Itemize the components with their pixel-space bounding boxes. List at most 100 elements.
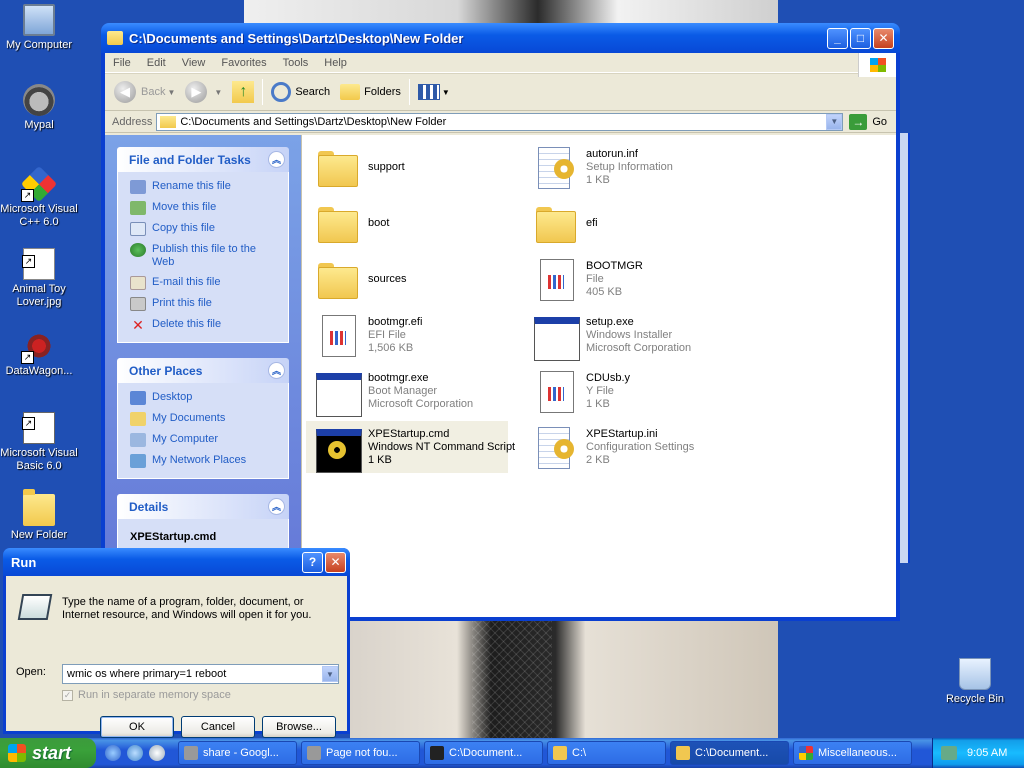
taskbar: start share - Googl... Page not fou... C… <box>0 738 1024 768</box>
mypal-icon <box>184 746 198 760</box>
file-item-sources[interactable]: sources <box>314 253 514 305</box>
maximize-button[interactable]: □ <box>850 27 871 49</box>
setup-information-icon <box>532 143 580 191</box>
forward-button[interactable]: ▶ ▼ <box>180 76 227 108</box>
taskbar-button-share-google[interactable]: share - Googl... <box>178 741 297 765</box>
application-icon <box>314 367 362 417</box>
browse-button[interactable]: Browse... <box>262 716 336 738</box>
close-button[interactable]: ✕ <box>873 27 894 49</box>
taskbar-button-page-not-found[interactable]: Page not fou... <box>301 741 420 765</box>
file-item-efi[interactable]: efi <box>532 197 732 249</box>
explorer-window[interactable]: C:\Documents and Settings\Dartz\Desktop\… <box>101 23 900 621</box>
search-button[interactable]: Search <box>266 76 335 108</box>
open-dropdown-button[interactable]: ▼ <box>322 666 338 682</box>
wallpaper-photo-bottom <box>350 620 778 738</box>
menu-tools[interactable]: Tools <box>275 57 317 69</box>
desktop-icon-my-computer[interactable]: My Computer <box>0 4 78 52</box>
place-desktop[interactable]: Desktop <box>130 391 280 405</box>
file-item-autorun-inf[interactable]: autorun.inf Setup Information 1 KB <box>532 141 732 193</box>
task-move[interactable]: Move this file <box>130 201 280 215</box>
go-button[interactable]: → Go <box>843 113 893 130</box>
recycle-bin-icon <box>959 658 991 690</box>
taskbar-button-documents-active[interactable]: C:\Document... <box>670 741 789 765</box>
file-item-cdusb-y[interactable]: CDUsb.y Y File 1 KB <box>532 365 732 417</box>
back-arrow-icon: ◀ <box>114 81 136 103</box>
separate-memory-checkbox: ✓ Run in separate memory space <box>62 689 231 701</box>
views-button[interactable]: ▼ <box>413 76 455 108</box>
task-email[interactable]: E-mail this file <box>130 276 280 290</box>
file-item-boot[interactable]: boot <box>314 197 514 249</box>
desktop-icon-recycle-bin[interactable]: Recycle Bin <box>936 658 1014 706</box>
start-button[interactable]: start <box>0 738 96 768</box>
task-publish[interactable]: Publish this file to the Web <box>130 243 280 269</box>
quick-launch-browser-icon[interactable] <box>127 745 143 761</box>
file-folder-tasks-header[interactable]: File and Folder Tasks ︽ <box>117 147 289 172</box>
minimize-button[interactable]: _ <box>827 27 848 49</box>
address-dropdown-button[interactable]: ▼ <box>826 113 843 130</box>
details-header[interactable]: Details ︽ <box>117 494 289 519</box>
menu-view[interactable]: View <box>174 57 214 69</box>
place-my-documents[interactable]: My Documents <box>130 412 280 426</box>
clock[interactable]: 9:05 AM <box>967 747 1007 759</box>
place-my-network-places[interactable]: My Network Places <box>130 454 280 468</box>
windows-flag-icon <box>8 744 26 762</box>
quick-launch-ie-icon[interactable] <box>105 745 121 761</box>
file-item-bootmgr[interactable]: BOOTMGR File 405 KB <box>532 253 732 305</box>
file-item-xpestartup-ini[interactable]: XPEStartup.ini Configuration Settings 2 KB <box>532 421 732 473</box>
menu-help[interactable]: Help <box>316 57 355 69</box>
collapse-chevron-icon[interactable]: ︽ <box>268 151 285 168</box>
run-title-bar[interactable]: Run ? ✕ <box>3 548 350 576</box>
go-arrow-icon: → <box>849 113 868 130</box>
toolbar: ◀ Back ▼ ▶ ▼ ↑ Search Folders ▼ <box>105 73 896 111</box>
file-item-setup-exe[interactable]: setup.exe Windows Installer Microsoft Corp… <box>532 309 732 361</box>
run-dialog[interactable]: Run ? ✕ Type the name of a program, fold… <box>3 548 350 738</box>
open-combobox[interactable]: wmic os where primary=1 reboot ▼ <box>62 664 339 684</box>
collapse-chevron-icon[interactable]: ︽ <box>268 362 285 379</box>
taskbar-button-c-drive[interactable]: C:\ <box>547 741 666 765</box>
collapse-chevron-icon[interactable]: ︽ <box>268 498 285 515</box>
place-my-computer[interactable]: My Computer <box>130 433 280 447</box>
desktop-icon-visual-cpp[interactable]: Microsoft Visual C++ 6.0 <box>0 165 78 229</box>
generic-file-icon <box>314 311 362 359</box>
desktop-icon-mypal[interactable]: Mypal <box>0 84 78 132</box>
help-button[interactable]: ? <box>302 551 323 573</box>
file-item-xpestartup-cmd[interactable]: XPEStartup.cmd Windows NT Command Script 1… <box>306 421 515 473</box>
ok-button[interactable]: OK <box>100 716 174 738</box>
visual-cpp-icon <box>799 746 813 760</box>
file-item-support[interactable]: support <box>314 141 514 193</box>
desktop-icon <box>130 391 146 405</box>
folder-icon <box>676 746 690 760</box>
file-item-bootmgr-efi[interactable]: bootmgr.efi EFI File 1,506 KB <box>314 309 514 361</box>
other-places-header[interactable]: Other Places ︽ <box>117 358 289 383</box>
file-item-bootmgr-exe[interactable]: bootmgr.exe Boot Manager Microsoft Corpora… <box>314 365 514 417</box>
quick-launch-media-icon[interactable] <box>149 745 165 761</box>
up-folder-icon: ↑ <box>232 81 255 103</box>
task-copy[interactable]: Copy this file <box>130 222 280 236</box>
address-field[interactable]: C:\Documents and Settings\Dartz\Desktop\… <box>156 112 844 131</box>
menu-edit[interactable]: Edit <box>139 57 174 69</box>
cancel-button[interactable]: Cancel <box>181 716 255 738</box>
desktop-icon-visual-basic[interactable]: Microsoft Visual Basic 6.0 <box>0 412 78 473</box>
address-bar: Address C:\Documents and Settings\Dartz\… <box>105 111 896 133</box>
task-print[interactable]: Print this file <box>130 297 280 311</box>
menu-favorites[interactable]: Favorites <box>213 57 274 69</box>
network-tray-icon[interactable] <box>941 746 957 760</box>
task-rename[interactable]: Rename this file <box>130 180 280 194</box>
checkbox-icon: ✓ <box>62 689 73 701</box>
folder-icon <box>23 489 55 526</box>
up-folder-button[interactable]: ↑ <box>227 76 259 108</box>
task-delete[interactable]: ✕ Delete this file <box>130 318 280 332</box>
desktop-icon-new-folder[interactable]: New Folder <box>0 489 78 542</box>
open-input[interactable]: wmic os where primary=1 reboot <box>67 668 322 680</box>
desktop-icon-animal-toy-lover[interactable]: Animal Toy Lover.jpg <box>0 248 78 309</box>
menu-file[interactable]: File <box>105 57 139 69</box>
folders-button[interactable]: Folders <box>335 76 406 108</box>
taskbar-button-miscellaneous[interactable]: Miscellaneous... <box>793 741 912 765</box>
explorer-title-bar[interactable]: C:\Documents and Settings\Dartz\Desktop\… <box>101 23 900 53</box>
background-window-edge[interactable] <box>900 133 910 563</box>
desktop-icon-datawagon[interactable]: DataWagon... <box>0 330 78 378</box>
run-close-button[interactable]: ✕ <box>325 551 346 573</box>
back-button[interactable]: ◀ Back ▼ <box>109 76 180 108</box>
taskbar-button-7zip-documents[interactable]: C:\Document... <box>424 741 543 765</box>
file-list[interactable]: support autorun.inf Setup Information 1 KB… <box>301 135 896 617</box>
